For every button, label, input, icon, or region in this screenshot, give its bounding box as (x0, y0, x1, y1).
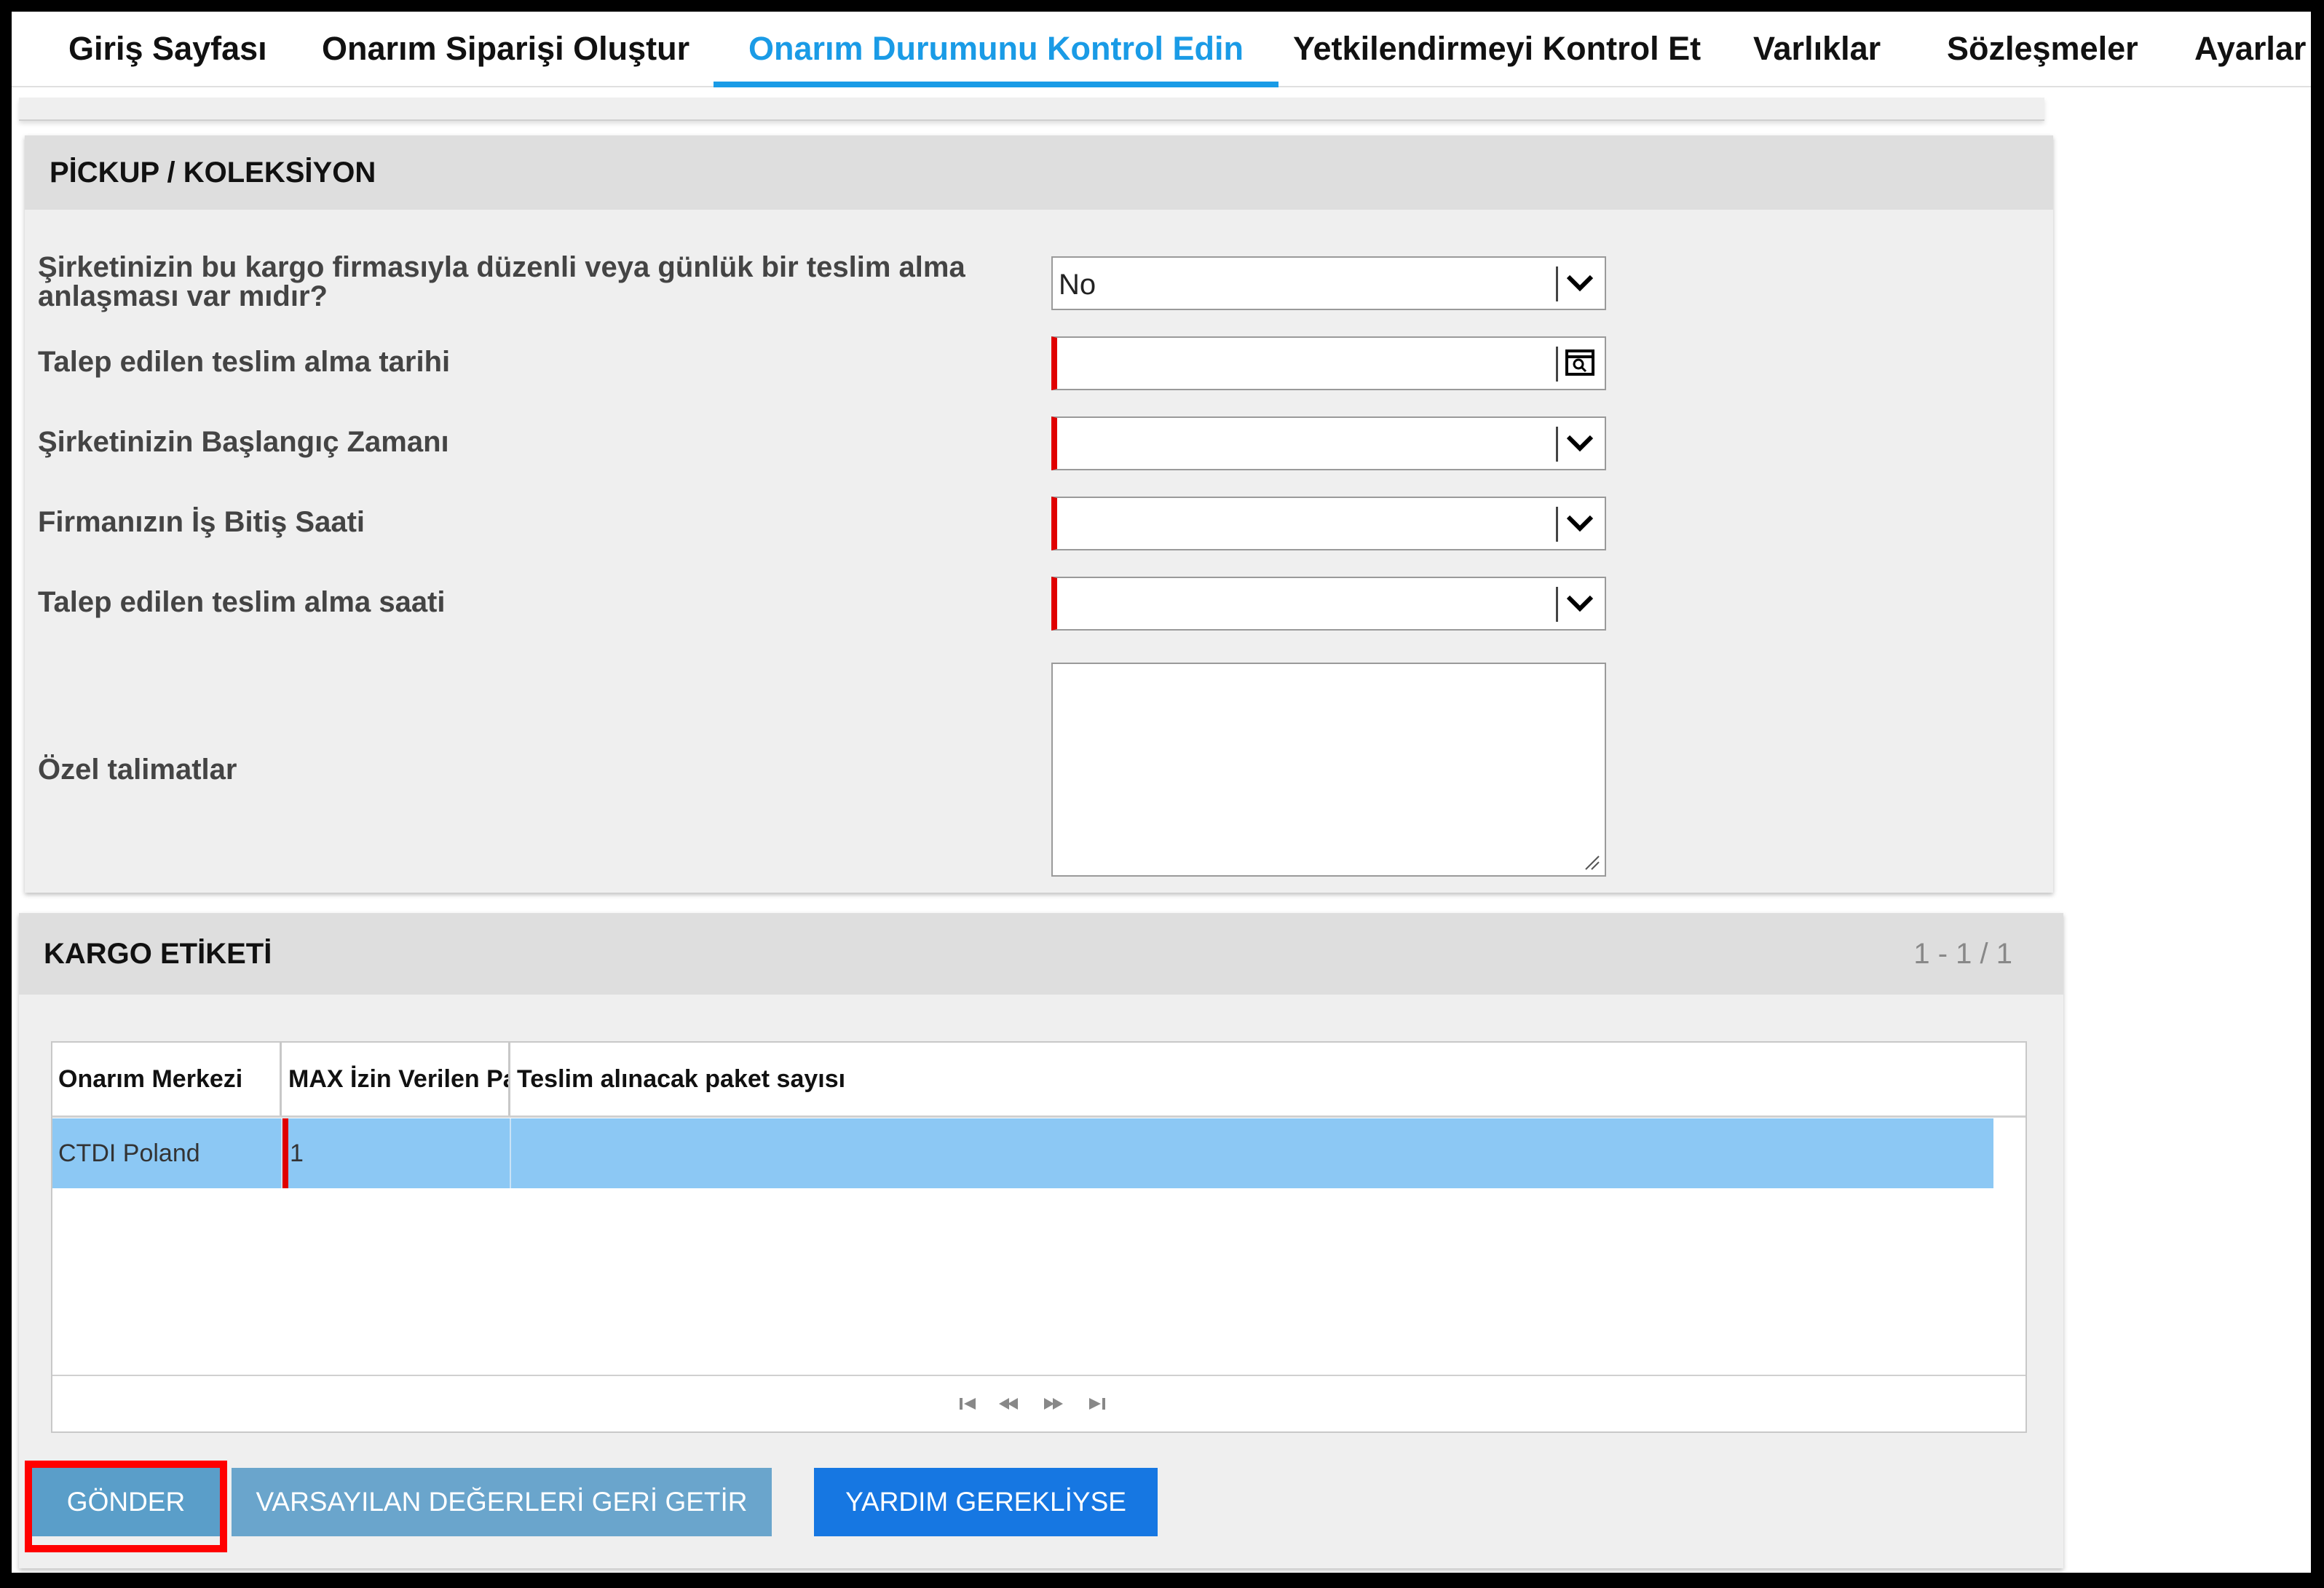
pickup-agreement-label-line2: anlaşması var mıdır? (38, 280, 328, 312)
header-divider (52, 1115, 2025, 1118)
send-button[interactable]: GÖNDER (32, 1468, 220, 1536)
first-page-icon[interactable] (957, 1394, 979, 1414)
pickup-time-select[interactable] (1051, 577, 1606, 631)
tab-settings[interactable]: Ayarlar (2194, 12, 2306, 86)
start-time-label: Şirketinizin Başlangıç Zamanı (38, 426, 449, 458)
chevron-down-icon[interactable] (1561, 264, 1599, 301)
cell-package-count[interactable] (511, 1118, 1989, 1188)
pickup-panel-header: PİCKUP / KOLEKSİYON (25, 135, 2053, 210)
select-separator (1556, 587, 1558, 622)
cell-max-allowed[interactable]: 1 (284, 1118, 510, 1188)
chevron-down-icon[interactable] (1561, 504, 1599, 542)
last-page-icon[interactable] (1086, 1394, 1108, 1414)
tab-check-repair-status[interactable]: Onarım Durumunu Kontrol Edin (714, 12, 1278, 87)
shipping-label-title: KARGO ETİKETİ (44, 938, 272, 970)
shipping-grid: Onarım Merkezi MAX İzin Verilen Pa Tesli… (51, 1041, 2027, 1433)
end-time-select[interactable] (1051, 497, 1606, 550)
restore-defaults-button[interactable]: VARSAYILAN DEĞERLERİ GERİ GETİR (232, 1468, 772, 1536)
top-nav: Giriş Sayfası Onarım Siparişi Oluştur On… (12, 12, 2311, 87)
next-page-icon[interactable] (1043, 1394, 1064, 1414)
chevron-down-icon[interactable] (1561, 424, 1599, 462)
pickup-agreement-label-line1: Şirketinizin bu kargo firmasıyla düzenli… (38, 251, 965, 283)
app-frame: Giriş Sayfası Onarım Siparişi Oluştur On… (12, 12, 2311, 1573)
tab-home[interactable]: Giriş Sayfası (68, 12, 267, 86)
special-instructions-label: Özel talimatlar (38, 754, 237, 786)
tab-create-repair-order[interactable]: Onarım Siparişi Oluştur (322, 12, 689, 86)
shipping-label-header: KARGO ETİKETİ 1 - 1 / 1 (19, 913, 2063, 995)
grid-pager (52, 1375, 2025, 1431)
start-time-select[interactable] (1051, 416, 1606, 470)
pickup-panel-title: PİCKUP / KOLEKSİYON (50, 157, 376, 189)
pager-count: 1 - 1 / 1 (1913, 938, 2012, 970)
tab-contracts[interactable]: Sözleşmeler (1947, 12, 2138, 86)
chevron-down-icon[interactable] (1561, 584, 1599, 622)
previous-page-icon[interactable] (997, 1394, 1019, 1414)
pickup-agreement-select[interactable]: No (1051, 256, 1606, 310)
column-header-repair-center[interactable]: Onarım Merkezi (52, 1043, 281, 1115)
pickup-time-label: Talep edilen teslim alma saati (38, 586, 446, 618)
pickup-panel: PİCKUP / KOLEKSİYON Şirketinizin bu karg… (25, 135, 2053, 893)
tab-check-authorization[interactable]: Yetkilendirmeyi Kontrol Et (1293, 12, 1701, 86)
column-header-max-allowed[interactable]: MAX İzin Verilen Pa (282, 1043, 508, 1115)
column-divider (280, 1043, 282, 1115)
end-time-label: Firmanızın İş Bitiş Saati (38, 506, 365, 538)
calendar-search-icon[interactable] (1561, 344, 1599, 382)
select-separator (1556, 266, 1558, 301)
pickup-date-input[interactable] (1051, 336, 1606, 390)
select-separator (1556, 507, 1558, 542)
cell-repair-center: CTDI Poland (58, 1139, 200, 1167)
column-divider (508, 1043, 510, 1115)
pickup-date-label: Talep edilen teslim alma tarihi (38, 346, 451, 378)
input-separator (1556, 347, 1558, 382)
pickup-agreement-value: No (1059, 269, 1096, 301)
collapsed-panel-edge (19, 98, 2044, 121)
table-row[interactable]: CTDI Poland 1 (52, 1118, 1993, 1188)
select-separator (1556, 427, 1558, 462)
column-header-package-count[interactable]: Teslim alınacak paket sayısı (511, 1043, 1967, 1115)
resize-grip-icon[interactable] (1581, 852, 1600, 871)
pickup-agreement-label: Şirketinizin bu kargo firmasıyla düzenli… (38, 252, 965, 312)
help-button[interactable]: YARDIM GEREKLİYSE (814, 1468, 1158, 1536)
tab-assets[interactable]: Varlıklar (1753, 12, 1881, 86)
special-instructions-textarea[interactable] (1051, 663, 1606, 877)
